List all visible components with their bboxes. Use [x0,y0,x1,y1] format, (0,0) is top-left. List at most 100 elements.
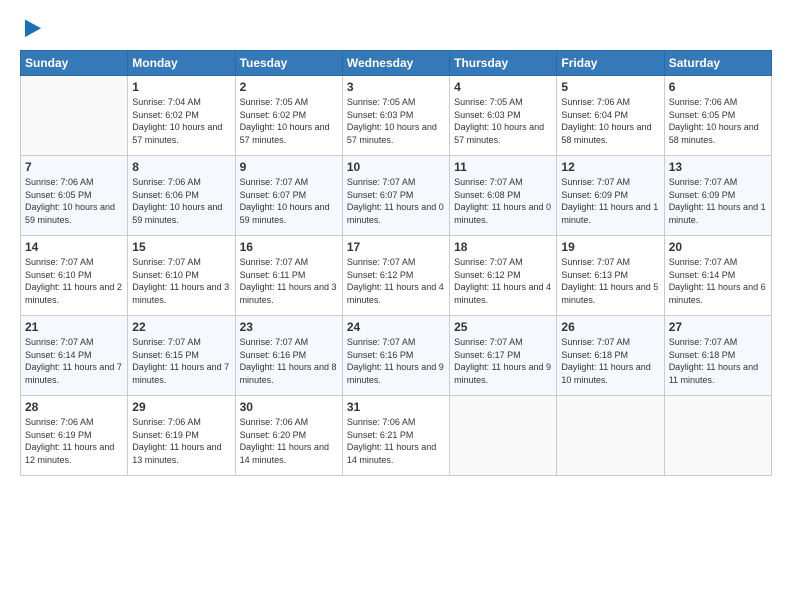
day-info: Sunrise: 7:06 AMSunset: 6:20 PMDaylight:… [240,416,338,466]
day-info: Sunrise: 7:07 AMSunset: 6:17 PMDaylight:… [454,336,552,386]
calendar-cell: 14 Sunrise: 7:07 AMSunset: 6:10 PMDayligh… [21,236,128,316]
calendar-page: SundayMondayTuesdayWednesdayThursdayFrid… [0,0,792,612]
calendar-cell: 29 Sunrise: 7:06 AMSunset: 6:19 PMDayligh… [128,396,235,476]
day-info: Sunrise: 7:06 AMSunset: 6:19 PMDaylight:… [25,416,123,466]
calendar-cell: 5Sunrise: 7:06 AMSunset: 6:04 PMDaylight… [557,76,664,156]
day-info: Sunrise: 7:06 AMSunset: 6:05 PMDaylight:… [25,176,123,226]
page-header [20,18,772,40]
day-number: 24 [347,320,445,334]
day-info: Sunrise: 7:05 AMSunset: 6:02 PMDaylight:… [240,96,338,146]
calendar-cell: 7 Sunrise: 7:06 AMSunset: 6:05 PMDaylight… [21,156,128,236]
weekday-header: Sunday [21,51,128,76]
day-number: 27 [669,320,767,334]
day-info: Sunrise: 7:07 AMSunset: 6:08 PMDaylight:… [454,176,552,226]
day-number: 30 [240,400,338,414]
calendar-cell: 21 Sunrise: 7:07 AMSunset: 6:14 PMDayligh… [21,316,128,396]
day-number: 4 [454,80,552,94]
calendar-cell: 24Sunrise: 7:07 AMSunset: 6:16 PMDayligh… [342,316,449,396]
calendar-cell: 28 Sunrise: 7:06 AMSunset: 6:19 PMDayligh… [21,396,128,476]
calendar-cell [21,76,128,156]
day-info: Sunrise: 7:06 AMSunset: 6:19 PMDaylight:… [132,416,230,466]
day-info: Sunrise: 7:07 AMSunset: 6:07 PMDaylight:… [240,176,338,226]
day-info: Sunrise: 7:07 AMSunset: 6:18 PMDaylight:… [561,336,659,386]
day-number: 31 [347,400,445,414]
weekday-header: Thursday [450,51,557,76]
calendar-table: SundayMondayTuesdayWednesdayThursdayFrid… [20,50,772,476]
day-info: Sunrise: 7:07 AMSunset: 6:13 PMDaylight:… [561,256,659,306]
calendar-cell: 16Sunrise: 7:07 AMSunset: 6:11 PMDayligh… [235,236,342,316]
weekday-header: Tuesday [235,51,342,76]
day-number: 23 [240,320,338,334]
calendar-cell: 8 Sunrise: 7:06 AMSunset: 6:06 PMDaylight… [128,156,235,236]
calendar-cell: 9Sunrise: 7:07 AMSunset: 6:07 PMDaylight… [235,156,342,236]
calendar-cell: 19Sunrise: 7:07 AMSunset: 6:13 PMDayligh… [557,236,664,316]
logo-icon [22,18,44,40]
day-number: 15 [132,240,230,254]
day-info: Sunrise: 7:07 AMSunset: 6:18 PMDaylight:… [669,336,767,386]
day-number: 1 [132,80,230,94]
weekday-header: Saturday [664,51,771,76]
calendar-cell: 31Sunrise: 7:06 AMSunset: 6:21 PMDayligh… [342,396,449,476]
day-number: 21 [25,320,123,334]
day-number: 12 [561,160,659,174]
calendar-cell: 1 Sunrise: 7:04 AMSunset: 6:02 PMDaylight… [128,76,235,156]
calendar-cell: 23 Sunrise: 7:07 AMSunset: 6:16 PMDayligh… [235,316,342,396]
day-number: 3 [347,80,445,94]
day-info: Sunrise: 7:07 AMSunset: 6:14 PMDaylight:… [25,336,123,386]
calendar-cell: 18 Sunrise: 7:07 AMSunset: 6:12 PMDayligh… [450,236,557,316]
calendar-cell: 17 Sunrise: 7:07 AMSunset: 6:12 PMDayligh… [342,236,449,316]
day-number: 11 [454,160,552,174]
calendar-week-row: 1 Sunrise: 7:04 AMSunset: 6:02 PMDaylight… [21,76,772,156]
day-info: Sunrise: 7:06 AMSunset: 6:05 PMDaylight:… [669,96,767,146]
day-number: 20 [669,240,767,254]
calendar-cell: 6 Sunrise: 7:06 AMSunset: 6:05 PMDaylight… [664,76,771,156]
day-number: 17 [347,240,445,254]
day-number: 10 [347,160,445,174]
day-number: 5 [561,80,659,94]
day-info: Sunrise: 7:04 AMSunset: 6:02 PMDaylight:… [132,96,230,146]
day-info: Sunrise: 7:06 AMSunset: 6:06 PMDaylight:… [132,176,230,226]
day-number: 29 [132,400,230,414]
day-number: 26 [561,320,659,334]
calendar-header-row: SundayMondayTuesdayWednesdayThursdayFrid… [21,51,772,76]
calendar-cell: 13 Sunrise: 7:07 AMSunset: 6:09 PMDayligh… [664,156,771,236]
day-number: 22 [132,320,230,334]
calendar-cell: 15 Sunrise: 7:07 AMSunset: 6:10 PMDayligh… [128,236,235,316]
day-info: Sunrise: 7:07 AMSunset: 6:14 PMDaylight:… [669,256,767,306]
day-number: 13 [669,160,767,174]
weekday-header: Wednesday [342,51,449,76]
calendar-cell: 3 Sunrise: 7:05 AMSunset: 6:03 PMDaylight… [342,76,449,156]
calendar-cell: 27 Sunrise: 7:07 AMSunset: 6:18 PMDayligh… [664,316,771,396]
day-number: 2 [240,80,338,94]
day-number: 8 [132,160,230,174]
calendar-cell [664,396,771,476]
day-number: 18 [454,240,552,254]
day-number: 7 [25,160,123,174]
day-info: Sunrise: 7:05 AMSunset: 6:03 PMDaylight:… [347,96,445,146]
day-number: 25 [454,320,552,334]
calendar-cell: 20 Sunrise: 7:07 AMSunset: 6:14 PMDayligh… [664,236,771,316]
day-info: Sunrise: 7:07 AMSunset: 6:15 PMDaylight:… [132,336,230,386]
calendar-cell: 22 Sunrise: 7:07 AMSunset: 6:15 PMDayligh… [128,316,235,396]
calendar-week-row: 21 Sunrise: 7:07 AMSunset: 6:14 PMDayligh… [21,316,772,396]
day-info: Sunrise: 7:07 AMSunset: 6:10 PMDaylight:… [132,256,230,306]
calendar-cell: 30 Sunrise: 7:06 AMSunset: 6:20 PMDayligh… [235,396,342,476]
calendar-cell: 10Sunrise: 7:07 AMSunset: 6:07 PMDayligh… [342,156,449,236]
calendar-cell: 4Sunrise: 7:05 AMSunset: 6:03 PMDaylight… [450,76,557,156]
calendar-cell: 12Sunrise: 7:07 AMSunset: 6:09 PMDayligh… [557,156,664,236]
day-number: 6 [669,80,767,94]
day-info: Sunrise: 7:07 AMSunset: 6:09 PMDaylight:… [669,176,767,226]
calendar-cell: 11 Sunrise: 7:07 AMSunset: 6:08 PMDayligh… [450,156,557,236]
day-number: 28 [25,400,123,414]
day-info: Sunrise: 7:07 AMSunset: 6:16 PMDaylight:… [240,336,338,386]
weekday-header: Monday [128,51,235,76]
calendar-cell: 26 Sunrise: 7:07 AMSunset: 6:18 PMDayligh… [557,316,664,396]
day-info: Sunrise: 7:07 AMSunset: 6:12 PMDaylight:… [347,256,445,306]
logo [20,18,44,40]
calendar-week-row: 28 Sunrise: 7:06 AMSunset: 6:19 PMDayligh… [21,396,772,476]
day-number: 16 [240,240,338,254]
day-number: 14 [25,240,123,254]
weekday-header: Friday [557,51,664,76]
day-info: Sunrise: 7:07 AMSunset: 6:10 PMDaylight:… [25,256,123,306]
day-info: Sunrise: 7:07 AMSunset: 6:12 PMDaylight:… [454,256,552,306]
